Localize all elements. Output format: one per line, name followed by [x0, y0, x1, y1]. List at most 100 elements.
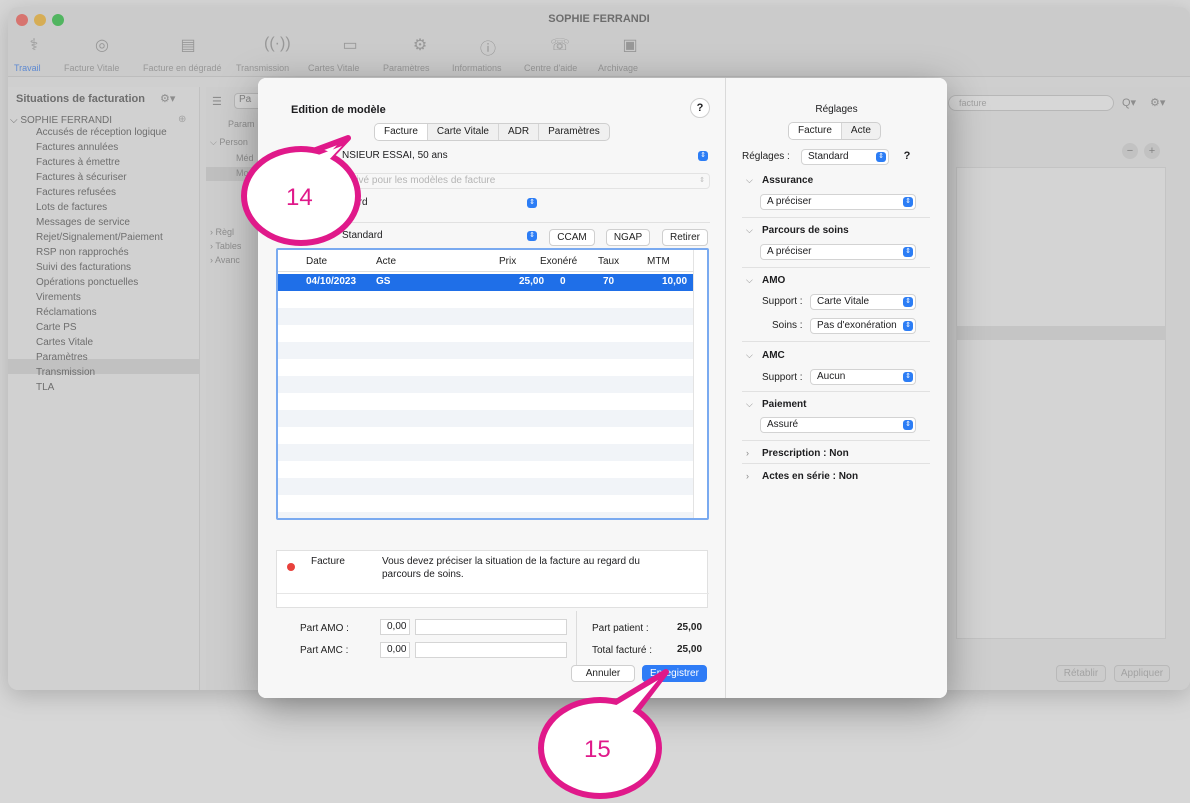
parcours-popup[interactable]: A préciser ⇕	[760, 244, 916, 260]
prescription-title[interactable]: Prescription : Non	[762, 448, 849, 459]
reglages-pane: Réglages Facture Acte Réglages : Standar…	[726, 78, 947, 698]
cell-mtm: 10,00	[662, 276, 688, 287]
amo-title[interactable]: AMO	[762, 275, 785, 286]
amc-title[interactable]: AMC	[762, 350, 785, 361]
ngap-button[interactable]: NGAP	[606, 229, 650, 246]
actes-serie-title[interactable]: Actes en série : Non	[762, 471, 858, 482]
tab-reglages-acte[interactable]: Acte	[842, 123, 880, 139]
popup-label: Pas d'exonération	[817, 320, 897, 331]
part-amc-field[interactable]: 0,00	[380, 642, 410, 658]
empty-row	[278, 512, 693, 518]
parcours-title[interactable]: Parcours de soins	[762, 225, 849, 236]
divider	[742, 463, 930, 464]
popup-arrow-icon: ⇕	[903, 297, 913, 307]
totals-divider	[576, 611, 577, 666]
popup-label: A préciser	[767, 196, 812, 207]
part-patient-label: Part patient :	[592, 623, 649, 634]
callout-14-number: 14	[286, 184, 313, 211]
paiement-popup[interactable]: Assuré ⇕	[760, 417, 916, 433]
callout-mask-shape	[284, 146, 342, 180]
amc-support-label: Support :	[762, 372, 803, 383]
message-divider	[277, 593, 709, 594]
callout-mask-shape	[588, 680, 658, 722]
empty-row	[278, 291, 693, 308]
assurance-title[interactable]: Assurance	[762, 175, 813, 186]
popup-arrow-icon: ⇕	[699, 177, 705, 184]
dialog-tabs: Facture Carte Vitale ADR Paramètres	[374, 123, 610, 141]
empty-row	[278, 427, 693, 444]
empty-row	[278, 308, 693, 325]
assurance-popup[interactable]: A préciser ⇕	[760, 194, 916, 210]
popup-arrow-icon: ⇕	[527, 231, 537, 241]
amo-soins-popup[interactable]: Pas d'exonération ⇕	[810, 318, 916, 334]
col-exonere[interactable]: Exonéré	[540, 256, 577, 267]
popup-arrow-icon: ⇕	[527, 198, 537, 208]
cell-acte: GS	[376, 276, 391, 287]
chevron-down-icon[interactable]: ⌵	[746, 175, 753, 186]
message-box: Facture Vous devez préciser la situation…	[276, 550, 709, 608]
reglages-label: Réglages :	[742, 151, 790, 162]
part-amo-extra-field[interactable]	[415, 619, 567, 635]
chevron-right-icon[interactable]: ›	[746, 471, 749, 481]
popup-label: A préciser	[767, 246, 812, 257]
empty-row	[278, 376, 693, 393]
reglages-popup-label: Standard	[808, 151, 849, 162]
part-amo-field[interactable]: 0,00	[380, 619, 410, 635]
col-mtm[interactable]: MTM	[647, 256, 670, 267]
error-dot-icon	[287, 563, 295, 571]
empty-row	[278, 325, 693, 342]
chevron-down-icon[interactable]: ⌵	[746, 225, 753, 236]
reglages-tabs: Facture Acte	[788, 122, 881, 140]
total-facture-label: Total facturé :	[592, 645, 653, 656]
chevron-right-icon[interactable]: ›	[746, 448, 749, 458]
amc-support-popup[interactable]: Aucun ⇕	[810, 369, 916, 385]
divider	[742, 440, 930, 441]
message-category: Facture	[311, 556, 345, 567]
reglages-help-button[interactable]: ?	[897, 147, 917, 167]
cell-taux: 70	[603, 276, 615, 287]
popup-arrow-icon: ⇕	[698, 151, 708, 161]
col-taux[interactable]: Taux	[598, 256, 619, 267]
popup-arrow-icon: ⇕	[903, 420, 913, 430]
empty-row	[278, 461, 693, 478]
part-amc-extra-field[interactable]	[415, 642, 567, 658]
amo-support-label: Support :	[762, 296, 803, 307]
header-divider	[278, 271, 693, 272]
popup-arrow-icon: ⇕	[903, 247, 913, 257]
tab-reglages-facture[interactable]: Facture	[789, 123, 842, 139]
callout-15-pointer-mask	[588, 680, 658, 722]
popup-label: Carte Vitale	[817, 296, 870, 307]
reglages-title: Réglages	[815, 104, 858, 115]
callout-15-number: 15	[584, 736, 611, 763]
ccam-button[interactable]: CCAM	[549, 229, 595, 246]
cell-prix: 25,00	[519, 276, 545, 287]
paiement-title[interactable]: Paiement	[762, 399, 806, 410]
tab-carte-vitale[interactable]: Carte Vitale	[428, 124, 499, 140]
popup-label: Assuré	[767, 419, 799, 430]
empty-row	[278, 478, 693, 495]
chevron-down-icon[interactable]: ⌵	[746, 399, 753, 410]
empty-row	[278, 393, 693, 410]
part-amo-label: Part AMO :	[300, 623, 349, 634]
table-row[interactable]: 04/10/2023 GS 25,00 0 70 10,00	[278, 274, 693, 291]
help-button[interactable]: ?	[690, 98, 710, 118]
reglages-popup[interactable]: Standard ⇕	[801, 149, 889, 165]
empty-row	[278, 410, 693, 427]
patient-popup[interactable]: NSIEUR ESSAI, 50 ans ⇕	[336, 149, 710, 165]
col-date[interactable]: Date	[306, 256, 327, 267]
col-prix[interactable]: Prix	[499, 256, 516, 267]
part-amc-label: Part AMC :	[300, 645, 349, 656]
chevron-down-icon[interactable]: ⌵	[746, 275, 753, 286]
retirer-button[interactable]: Retirer	[662, 229, 708, 246]
divider	[742, 391, 930, 392]
divider	[742, 267, 930, 268]
tab-parametres[interactable]: Paramètres	[539, 124, 609, 140]
disabled-popup: activé pour les modèles de facture ⇕	[336, 173, 710, 189]
empty-row	[278, 444, 693, 461]
total-facture-value: 25,00	[677, 644, 703, 655]
amo-support-popup[interactable]: Carte Vitale ⇕	[810, 294, 916, 310]
tab-adr[interactable]: ADR	[499, 124, 540, 140]
dialog-title: Edition de modèle	[291, 104, 386, 116]
chevron-down-icon[interactable]: ⌵	[746, 350, 753, 361]
col-acte[interactable]: Acte	[376, 256, 396, 267]
